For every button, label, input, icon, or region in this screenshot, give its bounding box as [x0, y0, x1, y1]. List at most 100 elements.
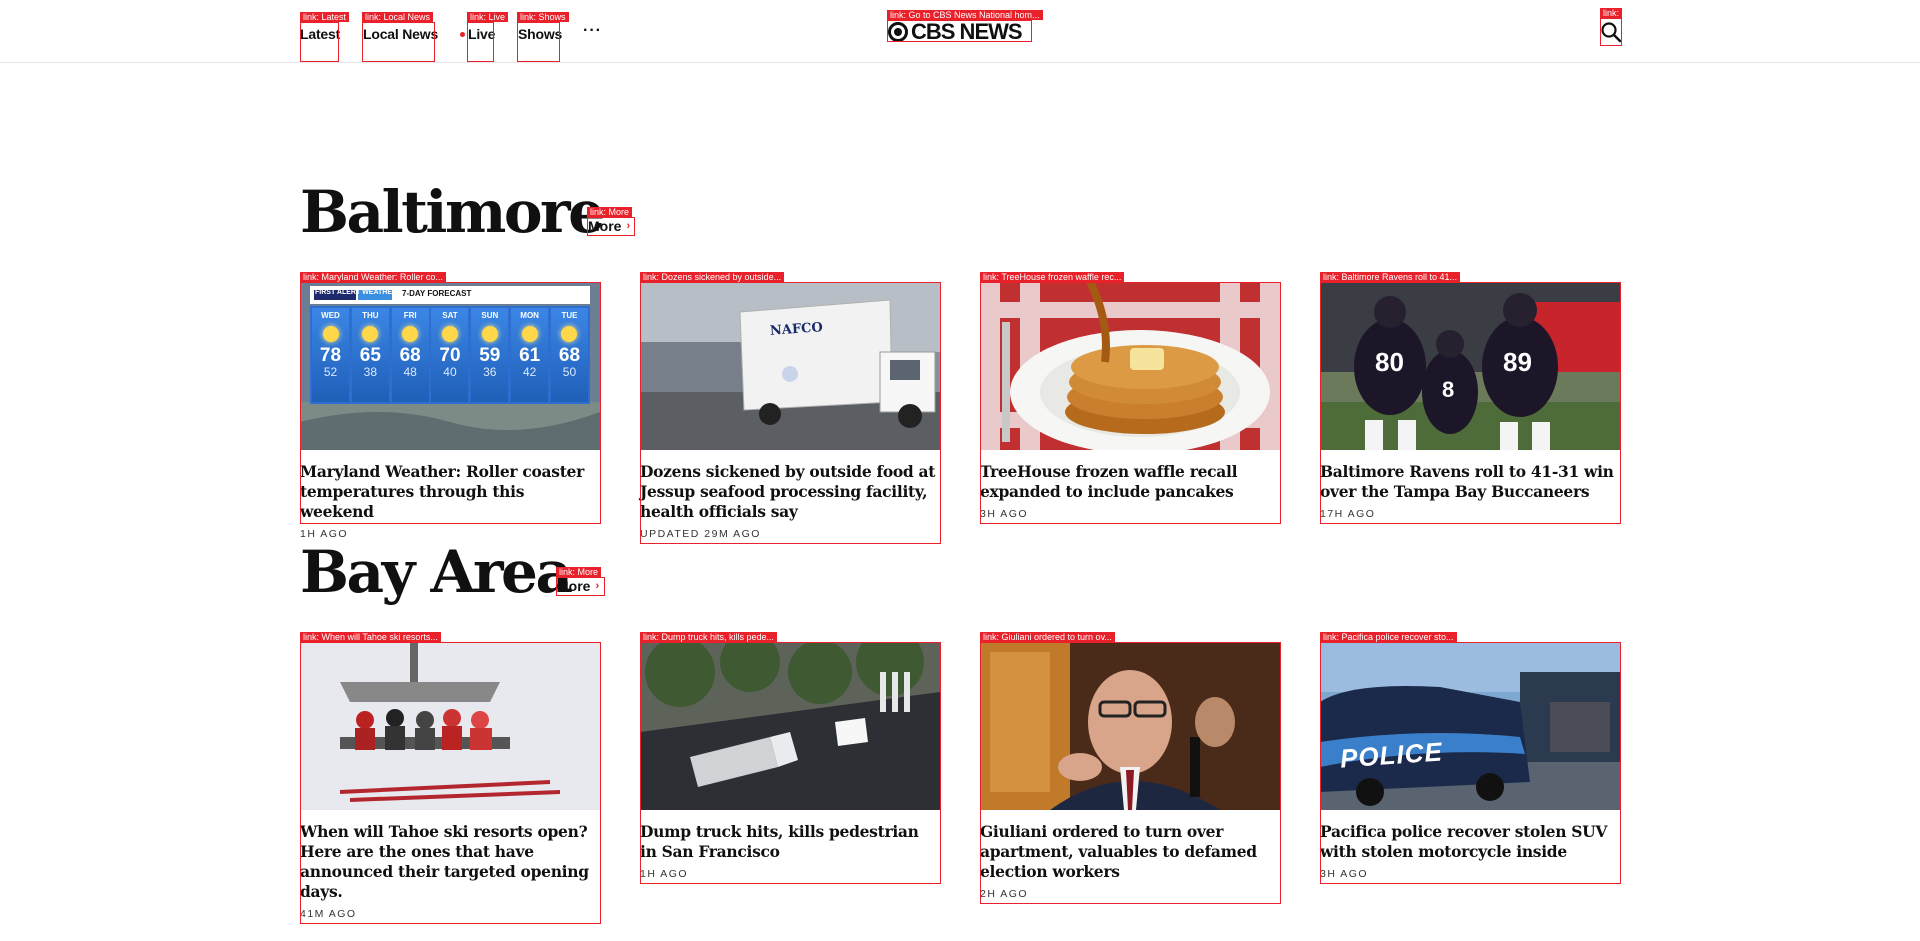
jersey-number: 8: [1442, 377, 1455, 402]
weather-day-column: THU 65 38: [351, 308, 389, 402]
weather-high-temp: 68: [558, 345, 581, 366]
anno-label: link: Dump truck hits, kills pede...: [640, 632, 778, 642]
weather-day-label: THU: [362, 311, 379, 320]
weather-high-temp: 78: [319, 345, 342, 366]
search-icon[interactable]: [1600, 21, 1622, 43]
truck-image: NAFCO: [640, 282, 940, 450]
weather-day-column: MON 61 42: [511, 308, 549, 402]
story-headline: Dump truck hits, kills pedestrian in San…: [640, 822, 919, 861]
story-card[interactable]: 80 8 89 Baltimore Ravens roll to 41-31 w…: [1320, 282, 1620, 520]
weather-day-label: SUN: [481, 311, 499, 320]
more-label: More: [557, 578, 591, 594]
story-card[interactable]: NAFCO Dozens sickened by outside food at…: [640, 282, 940, 540]
weather-high-temp: 70: [439, 345, 461, 366]
story-card[interactable]: Dump truck hits, kills pedestrian in San…: [640, 642, 940, 880]
weather-day-column: TUE 68 50: [550, 308, 588, 402]
weather-day-label: FRI: [403, 311, 417, 320]
anno-label: link: Baltimore Ravens roll to 41...: [1320, 272, 1461, 282]
weather-day-column: FRI 68 48: [391, 308, 429, 402]
dump-truck-aerial-image: [640, 642, 940, 810]
nav-link-local-news[interactable]: Local News: [363, 26, 438, 42]
story-card[interactable]: FIRST ALERT WEATHER 7-DAY FORECAST WED 78…: [300, 282, 600, 540]
jersey-number: 80: [1375, 347, 1404, 377]
weather-day-column: SUN 59 36: [471, 308, 509, 402]
weather-high-temp: 68: [399, 345, 421, 366]
police-car-image: POLICE: [1320, 642, 1620, 810]
nav-link-shows[interactable]: Shows: [518, 26, 562, 42]
story-headline: Pacifica police recover stolen SUV with …: [1320, 822, 1608, 861]
weather-day-column: WED 78 52: [312, 308, 349, 402]
jersey-number: 89: [1503, 347, 1532, 377]
story-timestamp: 3H AGO: [980, 508, 1029, 520]
weather-low-temp: 38: [363, 365, 377, 379]
weather-day-label: SAT: [442, 311, 458, 320]
story-card[interactable]: When will Tahoe ski resorts open? Here a…: [300, 642, 600, 920]
weather-low-temp: 42: [522, 365, 537, 379]
section-more-link-bay-area[interactable]: More ›: [557, 578, 599, 594]
story-card[interactable]: TreeHouse frozen waffle recall expanded …: [980, 282, 1280, 520]
story-headline: Maryland Weather: Roller coaster tempera…: [300, 462, 584, 521]
sun-icon: [441, 326, 458, 342]
anno-label: link: Giuliani ordered to turn ov...: [980, 632, 1115, 642]
weather-day-label: MON: [520, 311, 539, 320]
weather-high-temp: 65: [359, 345, 381, 366]
anno-label: link: Maryland Weather: Roller co...: [300, 272, 446, 282]
weather-graphic-subheader: 7-DAY FORECAST: [402, 289, 472, 298]
story-card[interactable]: Giuliani ordered to turn over apartment,…: [980, 642, 1280, 900]
sun-icon: [521, 326, 538, 342]
sun-icon: [481, 326, 498, 342]
weather-forecast-image: FIRST ALERT WEATHER 7-DAY FORECAST WED 78…: [300, 282, 600, 450]
story-headline: Dozens sickened by outside food at Jessu…: [640, 462, 936, 521]
sun-icon: [561, 326, 578, 342]
section-title-baltimore: Baltimore: [300, 178, 605, 246]
giuliani-image: [980, 642, 1280, 810]
section-more-link-baltimore[interactable]: More ›: [588, 218, 630, 234]
more-menu-icon[interactable]: ···: [583, 22, 602, 40]
sun-icon: [362, 326, 379, 342]
anno-label: link: Dozens sickened by outside...: [640, 272, 785, 282]
story-timestamp: 2H AGO: [980, 888, 1029, 900]
weather-day-label: TUE: [561, 311, 578, 320]
weather-high-temp: 59: [479, 345, 501, 366]
chevron-right-icon: ›: [595, 580, 600, 592]
ravens-players-image: 80 8 89: [1320, 282, 1620, 450]
logo-text: CBS NEWS: [911, 19, 1023, 44]
sun-icon: [322, 326, 339, 342]
next-section-title-partial: [300, 920, 318, 941]
more-label: More: [588, 218, 622, 234]
story-headline: TreeHouse frozen waffle recall expanded …: [980, 462, 1238, 501]
top-navigation-bar: Latest Local News Live Shows ··· CBS NEW…: [0, 0, 1920, 63]
weather-graphic-header: FIRST ALERT WEATHER: [315, 289, 398, 296]
story-timestamp: 3H AGO: [1320, 868, 1369, 880]
anno-label: link: When will Tahoe ski resorts...: [300, 632, 441, 642]
story-timestamp: 17H AGO: [1320, 508, 1376, 520]
story-card[interactable]: POLICE Pacifica police recover stolen SU…: [1320, 642, 1620, 880]
nav-link-latest[interactable]: Latest: [300, 26, 340, 42]
cbs-eye-icon: [888, 22, 908, 42]
story-timestamp: UPDATED 29M AGO: [640, 528, 761, 540]
weather-low-temp: 36: [483, 365, 497, 379]
weather-low-temp: 48: [403, 365, 417, 379]
pancakes-image: [980, 282, 1280, 450]
nav-link-live[interactable]: Live: [468, 26, 495, 42]
weather-low-temp: 40: [443, 365, 457, 379]
weather-low-temp: 52: [323, 365, 338, 379]
sun-icon: [402, 326, 419, 342]
weather-day-column: SAT 70 40: [431, 308, 469, 402]
story-headline: Giuliani ordered to turn over apartment,…: [980, 822, 1257, 881]
weather-high-temp: 61: [519, 345, 541, 366]
story-timestamp: 1H AGO: [640, 868, 689, 880]
ski-lift-image: [300, 642, 600, 810]
weather-low-temp: 50: [562, 365, 577, 379]
chevron-right-icon: ›: [626, 220, 631, 232]
story-headline: Baltimore Ravens roll to 41-31 win over …: [1320, 462, 1614, 501]
weather-day-columns: WED 78 52 THU 65 38 FRI 68 48 SAT 70 40 SUN 59 36 MON 61…: [312, 308, 588, 402]
section-title-bay-area: Bay Area: [300, 538, 573, 606]
anno-label: link: Pacifica police recover sto...: [1320, 632, 1457, 642]
weather-day-label: WED: [321, 311, 340, 320]
story-headline: When will Tahoe ski resorts open? Here a…: [300, 822, 589, 901]
story-timestamp: 41M AGO: [300, 908, 357, 920]
cbs-news-logo[interactable]: CBS NEWS: [888, 19, 1023, 45]
live-indicator-dot: [460, 32, 465, 37]
anno-label: link: TreeHouse frozen waffle rec...: [980, 272, 1125, 282]
